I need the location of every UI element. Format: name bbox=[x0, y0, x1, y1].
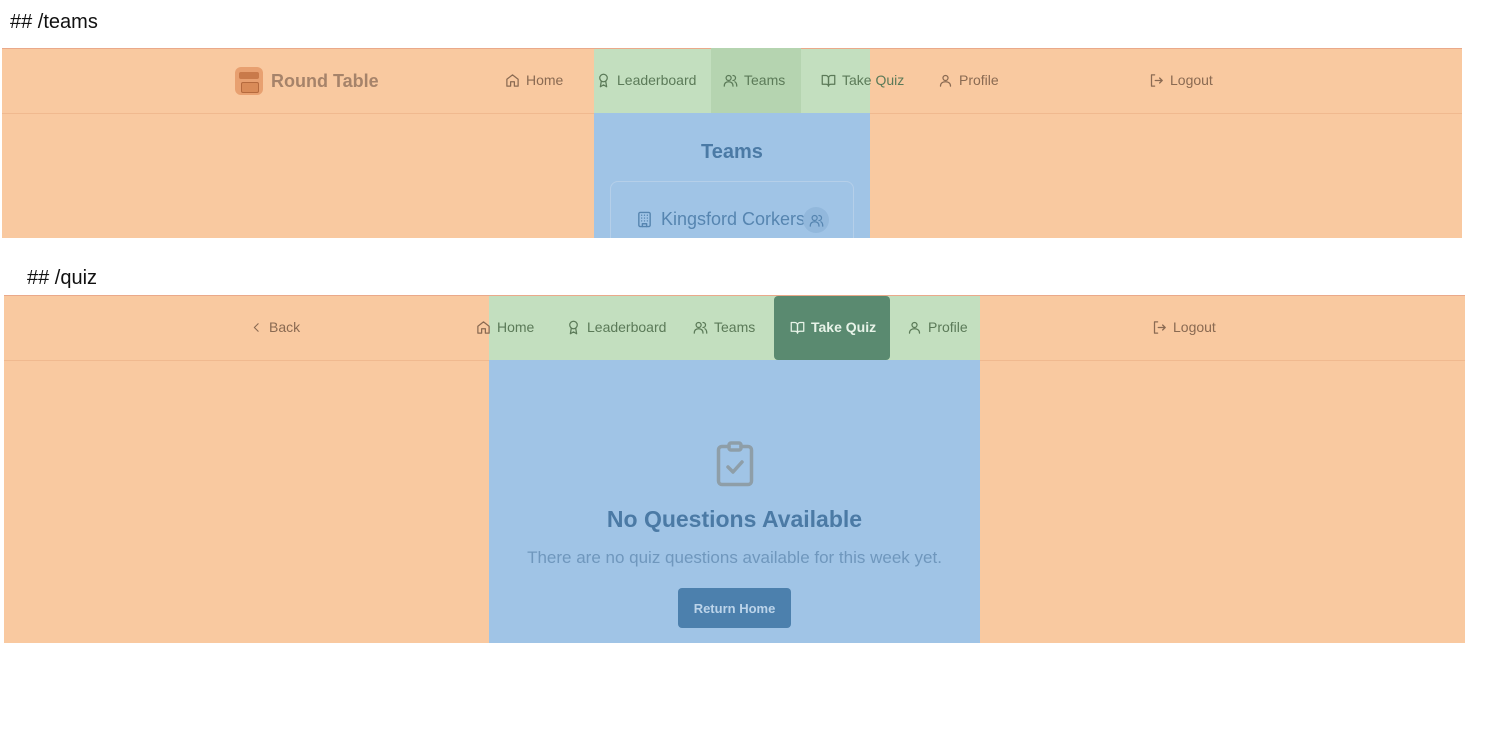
team-name-row[interactable]: Kingsford Corkers bbox=[636, 209, 805, 230]
clipboard-check-icon bbox=[716, 441, 754, 487]
logout-icon bbox=[1153, 320, 1166, 334]
teams-nav-divider bbox=[2, 113, 594, 114]
return-home-button[interactable]: Return Home bbox=[678, 588, 791, 628]
back-button[interactable]: Back bbox=[250, 317, 300, 337]
home-icon bbox=[477, 320, 490, 334]
user-icon bbox=[908, 321, 921, 334]
nav-teams-label: Teams bbox=[744, 72, 786, 88]
nav-leaderboard-label: Leaderboard bbox=[617, 72, 697, 88]
nav-logout[interactable]: Logout bbox=[1149, 70, 1213, 90]
back-label: Back bbox=[269, 319, 301, 335]
award-icon bbox=[599, 73, 608, 87]
user-icon bbox=[939, 74, 952, 87]
nav-logout-label: Logout bbox=[1170, 72, 1213, 88]
nav-profile-label: Profile bbox=[959, 72, 999, 88]
chevron-left-icon bbox=[253, 322, 259, 332]
nav-teams-label: Teams bbox=[714, 319, 756, 335]
nav-teams[interactable]: Teams bbox=[723, 70, 785, 90]
teams-section-heading: ## /teams bbox=[10, 11, 98, 33]
brand-name: Round Table bbox=[271, 70, 379, 91]
users-icon bbox=[809, 214, 823, 227]
teams-nav-divider-right bbox=[870, 113, 1462, 114]
users-icon bbox=[723, 74, 738, 87]
page-title: Teams bbox=[701, 141, 763, 163]
book-open-icon bbox=[790, 321, 805, 334]
nav-take-quiz-label: Take Quiz bbox=[842, 72, 905, 88]
nav-leaderboard-label: Leaderboard bbox=[587, 319, 667, 335]
nav-profile[interactable]: Profile bbox=[907, 317, 968, 337]
empty-state-title: No Questions Available bbox=[606, 506, 863, 532]
nav-leaderboard[interactable]: Leaderboard bbox=[566, 317, 666, 337]
nav-profile[interactable]: Profile bbox=[938, 70, 999, 90]
building-icon bbox=[638, 211, 651, 228]
empty-state-message: There are no quiz questions available fo… bbox=[527, 548, 942, 567]
nav-home-label: Home bbox=[526, 72, 564, 88]
brand[interactable]: Round Table bbox=[235, 67, 379, 95]
nav-take-quiz[interactable]: Take Quiz bbox=[821, 70, 904, 90]
quiz-section-heading: ## /quiz bbox=[27, 267, 98, 289]
nav-take-quiz-label: Take Quiz bbox=[811, 319, 877, 335]
quiz-top-border bbox=[4, 295, 1465, 296]
book-open-icon bbox=[821, 74, 836, 87]
team-members-badge[interactable] bbox=[803, 207, 829, 233]
award-icon bbox=[569, 320, 578, 334]
quiz-nav-divider-right bbox=[980, 360, 1465, 361]
quiz-nav-divider bbox=[4, 360, 489, 361]
quiz-region-right bbox=[980, 295, 1465, 643]
users-icon bbox=[693, 321, 708, 334]
team-name: Kingsford Corkers bbox=[661, 209, 806, 229]
nav-logout[interactable]: Logout bbox=[1152, 317, 1216, 337]
quiz-region-left bbox=[4, 295, 489, 643]
home-icon bbox=[506, 73, 519, 87]
round-table-logo-icon bbox=[235, 67, 263, 95]
nav-teams[interactable]: Teams bbox=[693, 317, 755, 337]
nav-leaderboard[interactable]: Leaderboard bbox=[596, 70, 696, 90]
nav-home[interactable]: Home bbox=[505, 70, 563, 90]
nav-profile-label: Profile bbox=[928, 319, 968, 335]
nav-logout-label: Logout bbox=[1173, 319, 1216, 335]
nav-home-label: Home bbox=[497, 319, 535, 335]
logout-icon bbox=[1150, 73, 1163, 87]
nav-home[interactable]: Home bbox=[476, 317, 534, 337]
nav-take-quiz[interactable]: Take Quiz bbox=[790, 317, 876, 337]
